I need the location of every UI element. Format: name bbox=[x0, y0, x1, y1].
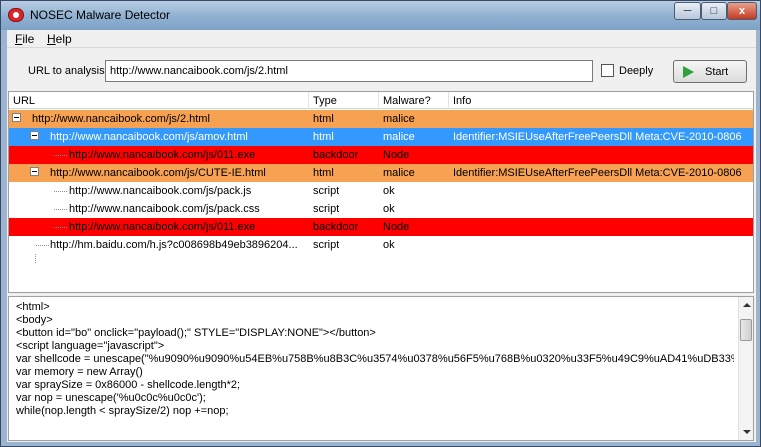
source-line: var nop = unescape('%u0c0c%u0c0c'); bbox=[16, 392, 206, 404]
source-line: <script language="javascript"> bbox=[16, 340, 165, 352]
vertical-scrollbar[interactable] bbox=[738, 297, 753, 440]
tree-connector bbox=[36, 245, 49, 246]
row-url: http://www.nancaibook.com/js/pack.js bbox=[69, 185, 252, 197]
row-malware: malice bbox=[383, 167, 415, 179]
source-line: <html> bbox=[16, 301, 50, 313]
row-type: html bbox=[313, 131, 334, 143]
minimize-button[interactable]: ─ bbox=[674, 2, 701, 20]
menu-file[interactable]: File bbox=[15, 32, 34, 46]
deeply-label: Deeply bbox=[619, 65, 654, 77]
column-header-type[interactable]: Type bbox=[313, 95, 337, 107]
play-icon bbox=[683, 66, 694, 78]
deeply-checkbox[interactable] bbox=[601, 64, 614, 77]
source-code-view[interactable]: <html> <body> <button id="bo" onclick="p… bbox=[8, 296, 754, 441]
row-url: http://www.nancaibook.com/js/amov.html bbox=[50, 131, 248, 143]
row-url: http://www.nancaibook.com/js/011.exe bbox=[69, 221, 256, 233]
app-window: NOSEC Malware Detector ─ □ x File Help U… bbox=[0, 0, 761, 447]
source-line: var memory = new Array() bbox=[16, 366, 143, 378]
row-malware: Node bbox=[383, 221, 410, 233]
source-line: <button id="bo" onclick="payload();" STY… bbox=[16, 327, 376, 339]
title-bar[interactable]: NOSEC Malware Detector ─ □ x bbox=[1, 1, 760, 30]
collapse-toggle-icon[interactable] bbox=[30, 167, 39, 176]
result-row[interactable]: http://www.nancaibook.com/js/amov.html h… bbox=[9, 128, 753, 146]
row-info: Identifier:MSIEUseAfterFreePeersDll Meta… bbox=[453, 131, 742, 143]
row-type: script bbox=[313, 185, 340, 197]
url-label: URL to analysis bbox=[28, 65, 105, 77]
app-logo-icon bbox=[8, 8, 24, 22]
row-url: http://www.nancaibook.com/js/CUTE-IE.htm… bbox=[50, 167, 266, 179]
row-type: html bbox=[313, 113, 334, 125]
list-header: URL Type Malware? Info bbox=[9, 92, 753, 109]
tree-connector bbox=[54, 191, 67, 192]
result-row[interactable]: http://hm.baidu.com/h.js?c008698b49eb389… bbox=[9, 236, 753, 254]
menu-bar: File Help bbox=[7, 30, 756, 48]
tree-connector bbox=[54, 209, 67, 210]
window-title: NOSEC Malware Detector bbox=[30, 8, 171, 22]
row-malware: malice bbox=[383, 113, 415, 125]
column-header-info[interactable]: Info bbox=[453, 95, 471, 107]
column-header-malware[interactable]: Malware? bbox=[383, 95, 431, 107]
menu-help[interactable]: Help bbox=[47, 32, 72, 46]
start-label: Start bbox=[705, 66, 729, 78]
url-input[interactable] bbox=[105, 60, 593, 82]
column-divider[interactable] bbox=[448, 92, 449, 109]
result-row[interactable]: http://www.nancaibook.com/js/CUTE-IE.htm… bbox=[9, 164, 753, 182]
result-row[interactable]: http://www.nancaibook.com/js/2.html html… bbox=[9, 110, 753, 128]
row-malware: ok bbox=[383, 239, 395, 251]
result-row[interactable]: http://www.nancaibook.com/js/pack.js scr… bbox=[9, 182, 753, 200]
result-row[interactable]: http://www.nancaibook.com/js/011.exe bac… bbox=[9, 218, 753, 236]
scroll-down-icon[interactable] bbox=[743, 430, 751, 434]
row-url: http://www.nancaibook.com/js/011.exe bbox=[69, 149, 256, 161]
row-url: http://www.nancaibook.com/js/2.html bbox=[32, 113, 210, 125]
source-line: var spraySize = 0x86000 - shellcode.leng… bbox=[16, 379, 241, 391]
column-divider[interactable] bbox=[378, 92, 379, 109]
client-area: File Help URL to analysis Deeply Start U… bbox=[7, 30, 756, 442]
row-type: html bbox=[313, 167, 334, 179]
source-line: var shellcode = unescape("%u9090%u9090%u… bbox=[16, 353, 734, 365]
tree-connector bbox=[54, 227, 67, 228]
maximize-button[interactable]: □ bbox=[701, 2, 727, 20]
scroll-up-icon[interactable] bbox=[743, 303, 751, 307]
source-line: while(nop.length < spraySize/2) nop +=no… bbox=[16, 405, 229, 417]
row-info: Identifier:MSIEUseAfterFreePeersDll Meta… bbox=[453, 167, 742, 179]
close-button[interactable]: x bbox=[727, 2, 757, 20]
column-divider[interactable] bbox=[308, 92, 309, 109]
row-type: backdoor bbox=[313, 149, 359, 161]
result-row[interactable]: http://www.nancaibook.com/js/011.exe bac… bbox=[9, 146, 753, 164]
row-malware: Node bbox=[383, 149, 410, 161]
row-malware: ok bbox=[383, 185, 395, 197]
scrollbar-thumb[interactable] bbox=[740, 319, 752, 341]
result-row[interactable]: http://www.nancaibook.com/js/pack.css sc… bbox=[9, 200, 753, 218]
row-url: http://www.nancaibook.com/js/pack.css bbox=[69, 203, 260, 215]
row-type: script bbox=[313, 203, 340, 215]
collapse-toggle-icon[interactable] bbox=[12, 113, 21, 122]
results-tree-list[interactable]: URL Type Malware? Info http://www.nancai… bbox=[8, 91, 754, 293]
collapse-toggle-icon[interactable] bbox=[30, 131, 39, 140]
source-line: <body> bbox=[16, 314, 53, 326]
tree-connector bbox=[54, 155, 67, 156]
column-header-url[interactable]: URL bbox=[13, 95, 35, 107]
row-type: script bbox=[313, 239, 340, 251]
row-url: http://hm.baidu.com/h.js?c008698b49eb389… bbox=[50, 239, 298, 251]
start-button[interactable]: Start bbox=[673, 60, 747, 83]
row-malware: ok bbox=[383, 203, 395, 215]
row-type: backdoor bbox=[313, 221, 359, 233]
row-malware: malice bbox=[383, 131, 415, 143]
